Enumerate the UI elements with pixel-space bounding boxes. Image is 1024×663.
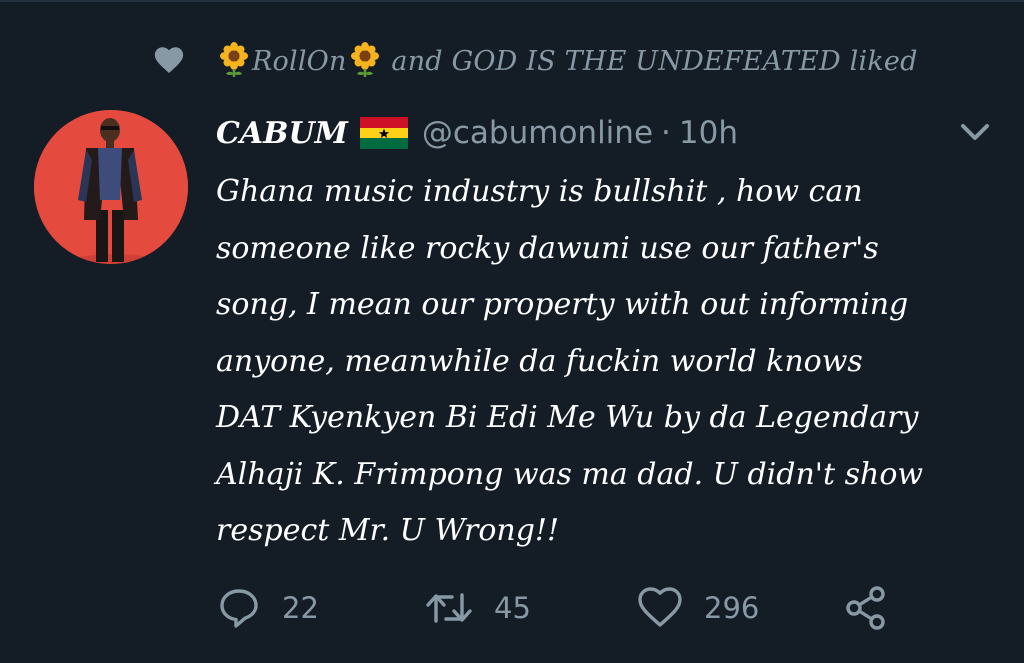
liker-name-1[interactable]: RollOn xyxy=(252,46,347,77)
tweet-line: Ghana music industry is bullshit , how c… xyxy=(216,174,863,209)
share-icon xyxy=(846,586,885,630)
tweet-line: DAT Kyenkyen Bi Edi Me Wu by da Legendar… xyxy=(216,400,919,435)
ghana-flag-icon xyxy=(359,117,408,149)
liker-name-2[interactable]: GOD IS THE UNDEFEATED xyxy=(452,46,841,77)
retweet-icon xyxy=(426,593,472,623)
share-button[interactable] xyxy=(844,582,890,634)
separator-dot: · xyxy=(661,115,671,151)
tweet-actions: 22 45 296 xyxy=(216,582,916,634)
social-context-text: RollOn and GOD IS THE UNDEFEATED liked xyxy=(216,42,918,78)
tweet-header: CABUM @cabumonline · 10h xyxy=(216,110,738,156)
sunflower-icon xyxy=(350,42,379,77)
reply-button[interactable]: 22 xyxy=(216,582,319,634)
heart-icon xyxy=(638,587,682,627)
tweet-line: someone like rocky dawuni use our father… xyxy=(216,230,879,266)
tweet-line: Alhaji K. Frimpong was ma dad. U didn't … xyxy=(216,456,924,492)
user-handle[interactable]: @cabumonline xyxy=(422,115,653,151)
reply-icon xyxy=(220,589,258,628)
avatar-image xyxy=(34,110,188,264)
sunflower-icon xyxy=(220,42,248,77)
tweet-line: respect Mr. U Wrong!! xyxy=(216,513,560,548)
chevron-down-icon[interactable] xyxy=(955,118,995,146)
display-name[interactable]: CABUM xyxy=(216,116,348,151)
retweet-count: 45 xyxy=(494,591,531,625)
connector-text: and xyxy=(391,46,443,77)
tweet-line: anyone, meanwhile da fuckin world knows xyxy=(216,343,863,379)
heart-icon xyxy=(154,47,184,74)
tweet-line: song, I mean our property with out infor… xyxy=(216,287,909,322)
liked-label: liked xyxy=(849,46,918,77)
tweet-timestamp[interactable]: 10h xyxy=(679,115,738,151)
reply-count: 22 xyxy=(282,591,319,625)
like-button[interactable]: 296 xyxy=(636,582,759,634)
retweet-button[interactable]: 45 xyxy=(424,582,531,634)
like-count: 296 xyxy=(704,591,760,625)
social-context: RollOn and GOD IS THE UNDEFEATED liked xyxy=(152,40,918,80)
avatar[interactable] xyxy=(34,110,188,264)
tweet-body: Ghana music industry is bullshit , how c… xyxy=(216,164,996,560)
